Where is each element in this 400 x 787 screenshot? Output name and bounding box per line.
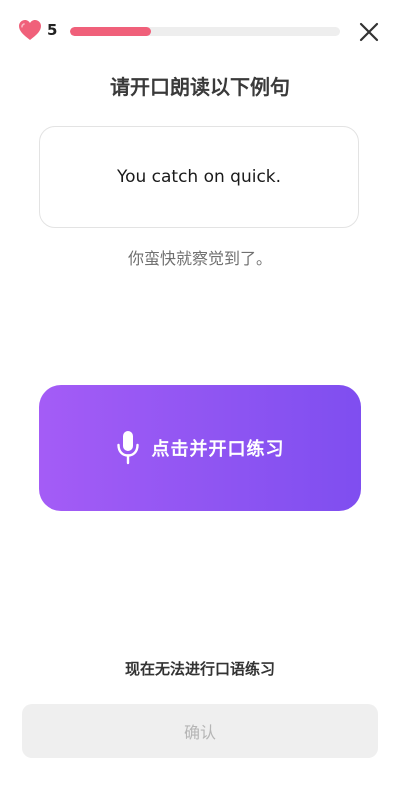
- close-icon: [359, 22, 379, 42]
- top-bar: 5: [0, 0, 400, 62]
- page-title: 请开口朗读以下例句: [110, 75, 290, 99]
- cant-speak-now-link[interactable]: 现在无法进行口语练习: [0, 657, 400, 681]
- start-speaking-label: 点击并开口练习: [151, 439, 285, 460]
- sentence-translation: 你蛮快就察觉到了。: [127, 249, 272, 268]
- lives-indicator: 5: [18, 19, 57, 41]
- lesson-progress-bar: [70, 27, 340, 36]
- start-speaking-button[interactable]: 点击并开口练习: [39, 385, 361, 511]
- confirm-label: 确认: [183, 723, 216, 742]
- close-button[interactable]: [356, 19, 382, 45]
- confirm-button[interactable]: 确认: [22, 704, 378, 758]
- microphone-icon: [116, 431, 139, 465]
- example-sentence-card: You catch on quick.: [39, 126, 359, 228]
- lesson-progress-fill: [70, 27, 151, 36]
- hearts-count: 5: [47, 21, 58, 39]
- example-sentence: You catch on quick.: [116, 167, 282, 187]
- heart-icon: [19, 20, 41, 40]
